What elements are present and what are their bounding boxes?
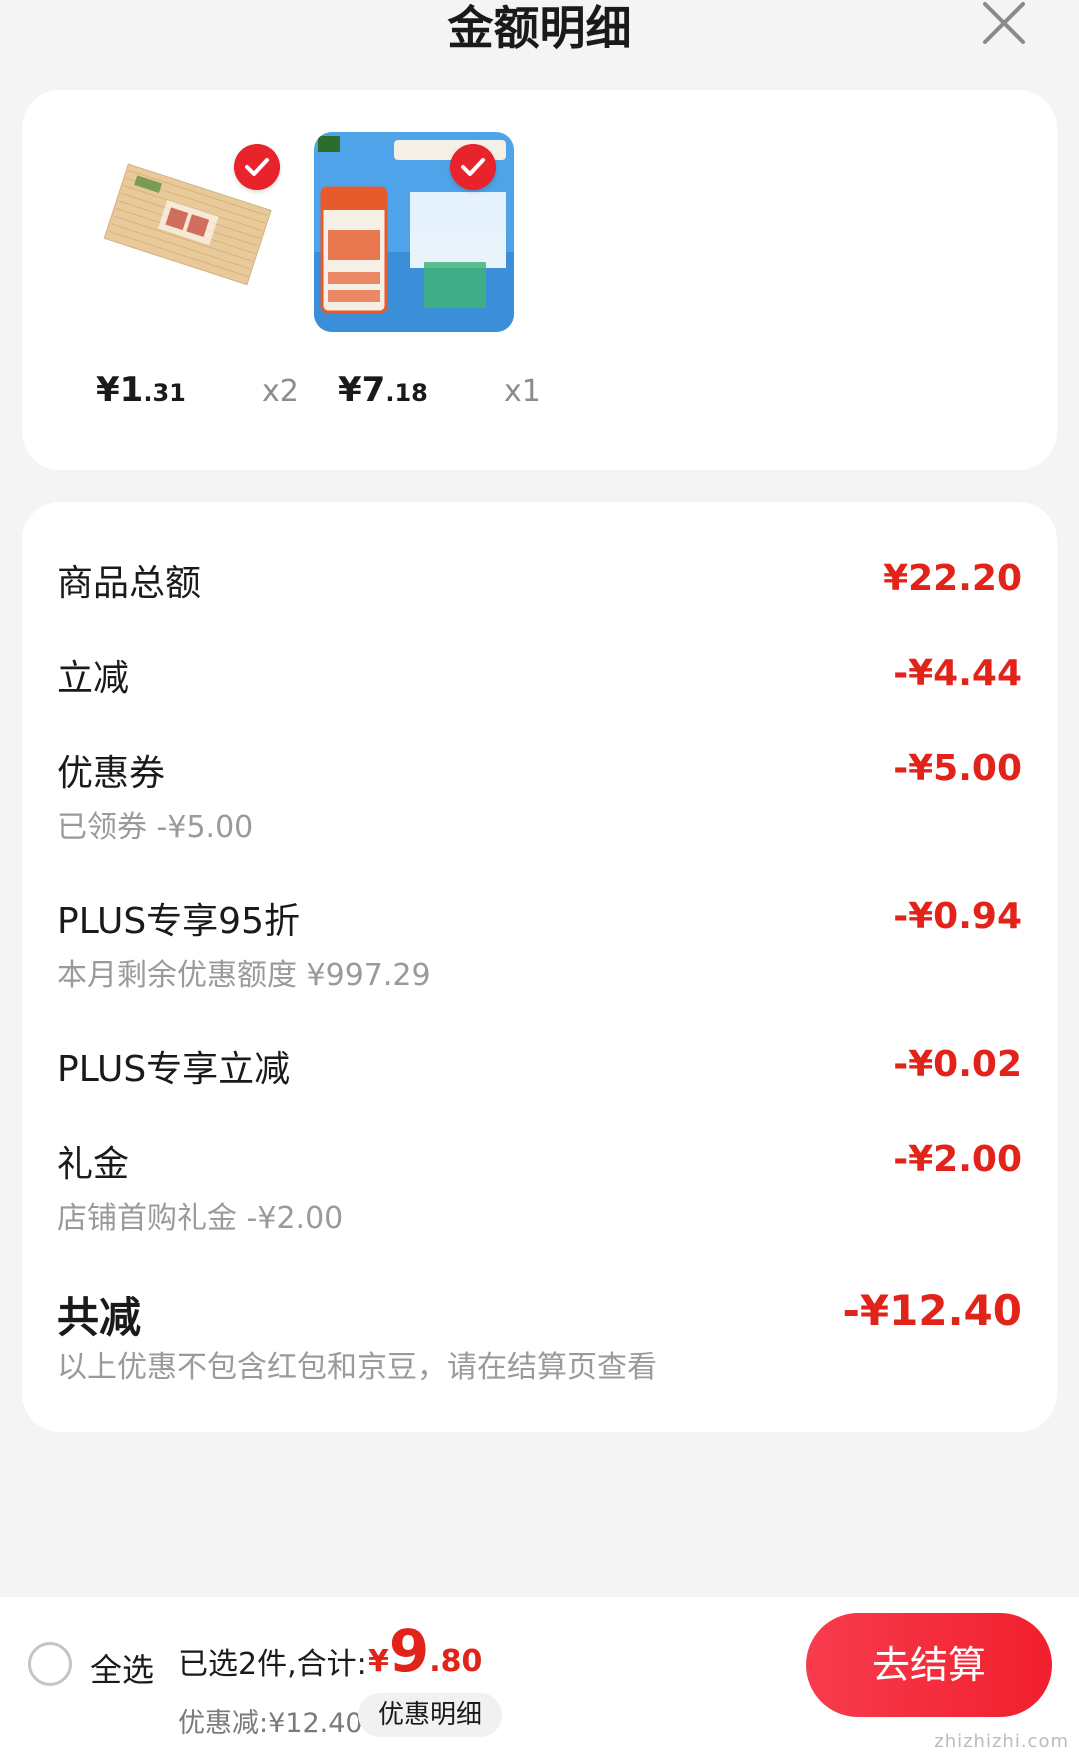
plus-95-sub: 本月剩余优惠额度 ¥997.29: [57, 958, 431, 993]
amount-details-page: 金额明细 ¥1.31 x2 ¥7.18 x1 商品总额 ¥22.20 立减 -¥…: [0, 0, 1079, 1752]
gift-row: 礼金 -¥2.00 店铺首购礼金 -¥2.00: [57, 1135, 1022, 1245]
header: 金额明细: [0, 0, 1079, 70]
checkout-button[interactable]: 去结算: [806, 1613, 1052, 1717]
discount-detail-button[interactable]: 优惠明细: [358, 1693, 502, 1737]
select-all-label[interactable]: 全选: [90, 1645, 154, 1691]
product-quantity: x2: [262, 374, 299, 409]
radio-icon[interactable]: [28, 1642, 72, 1686]
total-currency: ¥: [368, 1644, 389, 1679]
gift-sub: 店铺首购礼金 -¥2.00: [57, 1201, 344, 1236]
coupon-row: 优惠券 -¥5.00 已领券 -¥5.00: [57, 744, 1022, 854]
page-title: 金额明细: [447, 1, 632, 55]
instant-discount-label: 立减: [57, 658, 130, 699]
subtotal-label: 商品总额: [57, 563, 202, 604]
product-price: ¥1.31: [96, 370, 186, 410]
price-dec: .18: [385, 379, 428, 407]
coupon-sub: 已领券 -¥5.00: [57, 810, 254, 845]
watermark: zhizhizhi.com: [934, 1731, 1069, 1752]
total-price: ¥9.80: [368, 1617, 482, 1685]
plus-instant-row: PLUS专享立减 -¥0.02: [57, 1040, 1022, 1100]
instant-discount-amount: -¥4.44: [893, 653, 1022, 694]
plus-instant-amount: -¥0.02: [893, 1044, 1022, 1085]
subtotal-row: 商品总额 ¥22.20: [57, 554, 1022, 614]
product-item[interactable]: ¥1.31 x2: [82, 132, 312, 452]
product-price: ¥7.18: [338, 370, 428, 410]
subtotal-amount: ¥22.20: [883, 558, 1022, 599]
plus-95-amount: -¥0.94: [893, 896, 1022, 937]
gift-label: 礼金: [57, 1144, 130, 1185]
product-quantity: x1: [504, 374, 541, 409]
amount-details-card: 商品总额 ¥22.20 立减 -¥4.44 优惠券 -¥5.00 已领券 -¥5…: [22, 502, 1057, 1432]
total-discount-row: 共减 -¥12.40 以上优惠不包含红包和京豆，请在结算页查看: [57, 1284, 1022, 1404]
total-dec: .80: [429, 1644, 483, 1679]
price-dec: .31: [143, 379, 186, 407]
check-icon[interactable]: [234, 144, 280, 190]
checkout-bar: 全选 已选2件,合计: ¥9.80 优惠减:¥12.40 优惠明细 去结算 zh…: [0, 1597, 1079, 1752]
gift-amount: -¥2.00: [893, 1139, 1022, 1180]
total-discount-label: 共减: [57, 1293, 142, 1342]
products-card: ¥1.31 x2 ¥7.18 x1: [22, 90, 1057, 470]
plus-95-row: PLUS专享95折 -¥0.94 本月剩余优惠额度 ¥997.29: [57, 892, 1022, 1002]
price-int: ¥7: [338, 370, 386, 410]
selected-count: 已选2件,合计:: [178, 1647, 367, 1682]
coupon-label: 优惠券: [57, 753, 166, 794]
plus-instant-label: PLUS专享立减: [57, 1049, 291, 1090]
total-discount-note: 以上优惠不包含红包和京豆，请在结算页查看: [57, 1350, 657, 1385]
instant-discount-row: 立减 -¥4.44: [57, 649, 1022, 709]
plus-95-label: PLUS专享95折: [57, 901, 300, 942]
discount-summary: 优惠减:¥12.40: [178, 1708, 363, 1739]
total-int: 9: [388, 1617, 430, 1685]
total-discount-amount: -¥12.40: [842, 1286, 1022, 1335]
coupon-amount: -¥5.00: [893, 748, 1022, 789]
close-icon[interactable]: [981, 0, 1027, 46]
product-item[interactable]: ¥7.18 x1: [314, 132, 544, 452]
price-int: ¥1: [96, 370, 144, 410]
check-icon[interactable]: [450, 144, 496, 190]
